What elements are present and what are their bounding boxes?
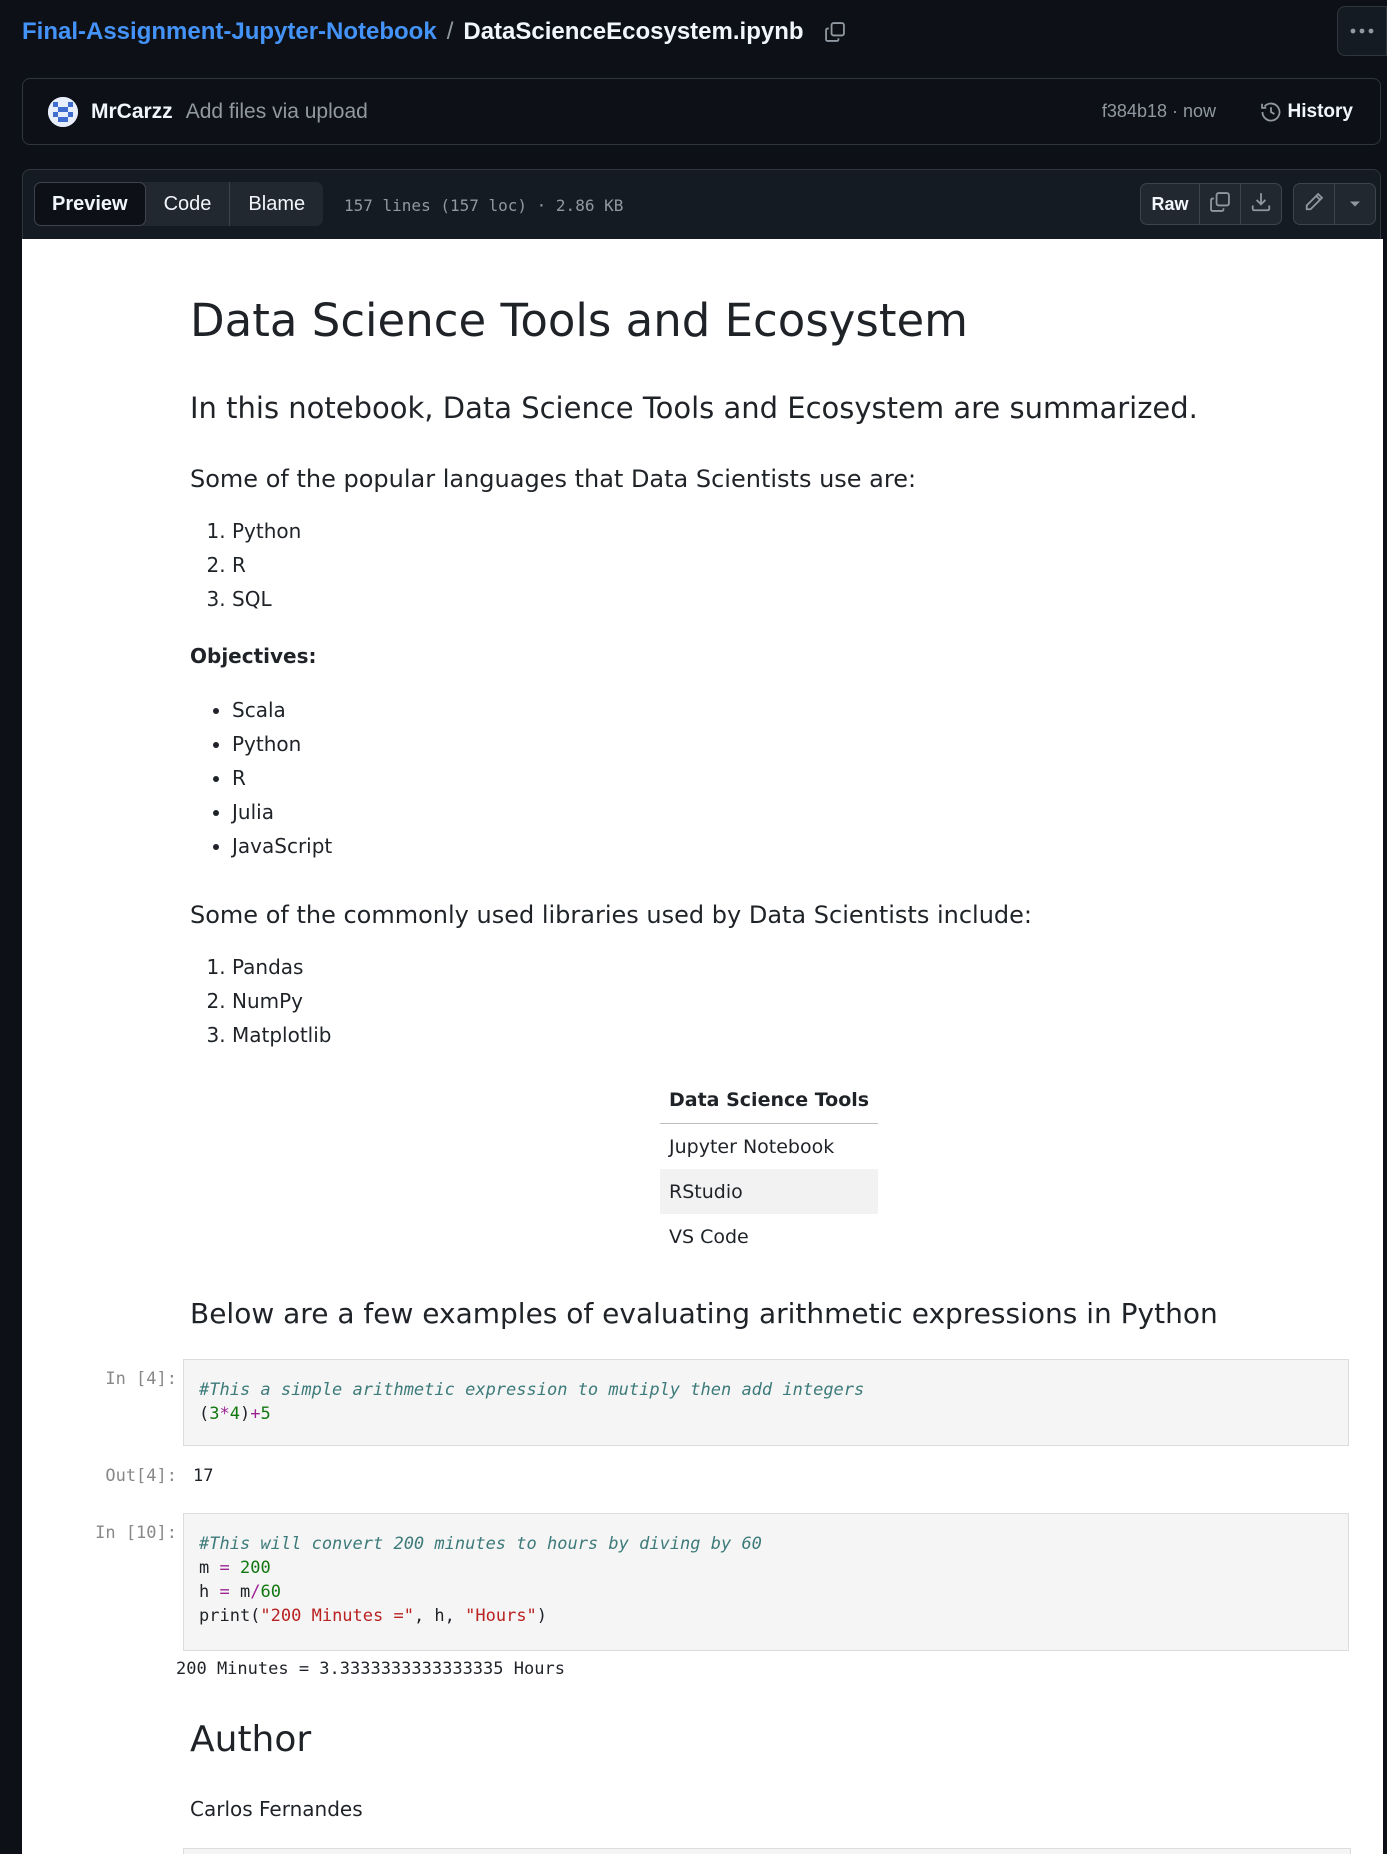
- code-line: (3*4)+5: [199, 1404, 271, 1424]
- arithmetic-heading: Below are a few examples of evaluating a…: [190, 1297, 1218, 1330]
- list-item: Scala: [232, 693, 332, 727]
- tab-code[interactable]: Code: [146, 182, 230, 226]
- edit-actions-group: [1293, 183, 1376, 225]
- breadcrumb-separator: /: [446, 18, 454, 45]
- edit-dropdown-button[interactable]: [1334, 184, 1375, 224]
- tab-blame[interactable]: Blame: [229, 182, 323, 226]
- code-line: m = 200: [199, 1558, 271, 1578]
- copy-icon: [1209, 191, 1231, 218]
- raw-button[interactable]: Raw: [1141, 184, 1199, 224]
- file-header: Preview Code Blame 157 lines (157 loc) ·…: [22, 169, 1381, 239]
- pencil-icon: [1303, 191, 1325, 218]
- objectives-label: Objectives:: [190, 644, 317, 668]
- table-cell: Jupyter Notebook: [669, 1135, 835, 1158]
- list-item: R: [232, 548, 301, 582]
- edit-button[interactable]: [1294, 184, 1334, 224]
- copy-raw-button[interactable]: [1199, 184, 1240, 224]
- list-item: Python: [232, 727, 332, 761]
- code-line: h = m/60: [199, 1582, 281, 1602]
- file-meta: 157 lines (157 loc) · 2.86 KB: [344, 195, 624, 215]
- notebook-preview: Data Science Tools and Ecosystem In this…: [22, 239, 1383, 1854]
- languages-list: Python R SQL: [190, 514, 301, 616]
- cell-output: 17: [193, 1466, 214, 1486]
- list-item: R: [232, 761, 332, 795]
- cell-in-prompt: In [4]:: [105, 1369, 177, 1389]
- table-cell: VS Code: [669, 1225, 749, 1248]
- breadcrumb-repo-link[interactable]: Final-Assignment-Jupyter-Notebook: [22, 18, 437, 46]
- download-icon: [1250, 191, 1272, 218]
- view-mode-tabs: Preview Code Blame: [34, 182, 324, 226]
- tools-table: Data Science Tools Jupyter Notebook RStu…: [660, 1077, 879, 1259]
- code-cell[interactable]: #This a simple arithmetic expression to …: [183, 1359, 1349, 1446]
- more-options-button[interactable]: [1337, 6, 1387, 56]
- cell-in-prompt: In [10]:: [95, 1523, 177, 1543]
- table-row: RStudio: [660, 1169, 879, 1214]
- commit-sha-time[interactable]: f384b18 · now: [1102, 101, 1216, 122]
- notebook-title: Data Science Tools and Ecosystem: [190, 294, 969, 347]
- libraries-heading: Some of the commonly used libraries used…: [190, 901, 1033, 929]
- history-icon: [1260, 101, 1282, 123]
- list-item: Julia: [232, 795, 332, 829]
- code-comment: #This a simple arithmetic expression to …: [199, 1380, 865, 1400]
- libraries-list: Pandas NumPy Matplotlib: [190, 950, 332, 1052]
- intro-heading: In this notebook, Data Science Tools and…: [190, 391, 1198, 425]
- page-edge: [1383, 239, 1387, 1854]
- list-item: NumPy: [232, 984, 332, 1018]
- list-item: Matplotlib: [232, 1018, 332, 1052]
- breadcrumb-file-name: DataScienceEcosystem.ipynb: [463, 18, 804, 45]
- commit-author[interactable]: MrCarzz: [91, 100, 173, 124]
- history-button[interactable]: History: [1260, 101, 1353, 123]
- table-row: Jupyter Notebook: [660, 1124, 878, 1170]
- list-item: Pandas: [232, 950, 332, 984]
- download-button[interactable]: [1240, 184, 1281, 224]
- list-item: JavaScript: [232, 829, 332, 863]
- history-label: History: [1287, 100, 1353, 122]
- kebab-icon: [1349, 22, 1375, 40]
- table-cell: RStudio: [660, 1169, 879, 1214]
- code-comment: #This will convert 200 minutes to hours …: [199, 1534, 762, 1554]
- languages-heading: Some of the popular languages that Data …: [190, 465, 917, 493]
- tab-preview[interactable]: Preview: [34, 182, 146, 226]
- avatar[interactable]: [48, 96, 78, 127]
- list-item: SQL: [232, 582, 301, 616]
- list-item: Python: [232, 514, 301, 548]
- author-name: Carlos Fernandes: [190, 1797, 363, 1821]
- file-actions-group: Raw: [1140, 183, 1282, 225]
- author-heading: Author: [190, 1719, 312, 1760]
- code-cell[interactable]: #This will convert 200 minutes to hours …: [183, 1513, 1349, 1651]
- table-row: VS Code: [660, 1214, 878, 1259]
- cell-out-prompt: Out[4]:: [105, 1466, 177, 1486]
- objectives-list: Scala Python R Julia JavaScript: [190, 693, 332, 863]
- breadcrumb: Final-Assignment-Jupyter-Notebook / Data…: [22, 14, 846, 50]
- latest-commit-bar: MrCarzz Add files via upload f384b18 · n…: [22, 78, 1381, 145]
- copy-path-icon[interactable]: [824, 21, 846, 43]
- chevron-down-icon: [1348, 195, 1362, 213]
- commit-message[interactable]: Add files via upload: [186, 100, 368, 124]
- cell-output: 200 Minutes = 3.3333333333333335 Hours: [176, 1659, 565, 1679]
- table-header: Data Science Tools: [660, 1077, 879, 1124]
- code-line: print("200 Minutes =", h, "Hours"): [199, 1606, 548, 1626]
- code-cell[interactable]: [183, 1848, 1351, 1854]
